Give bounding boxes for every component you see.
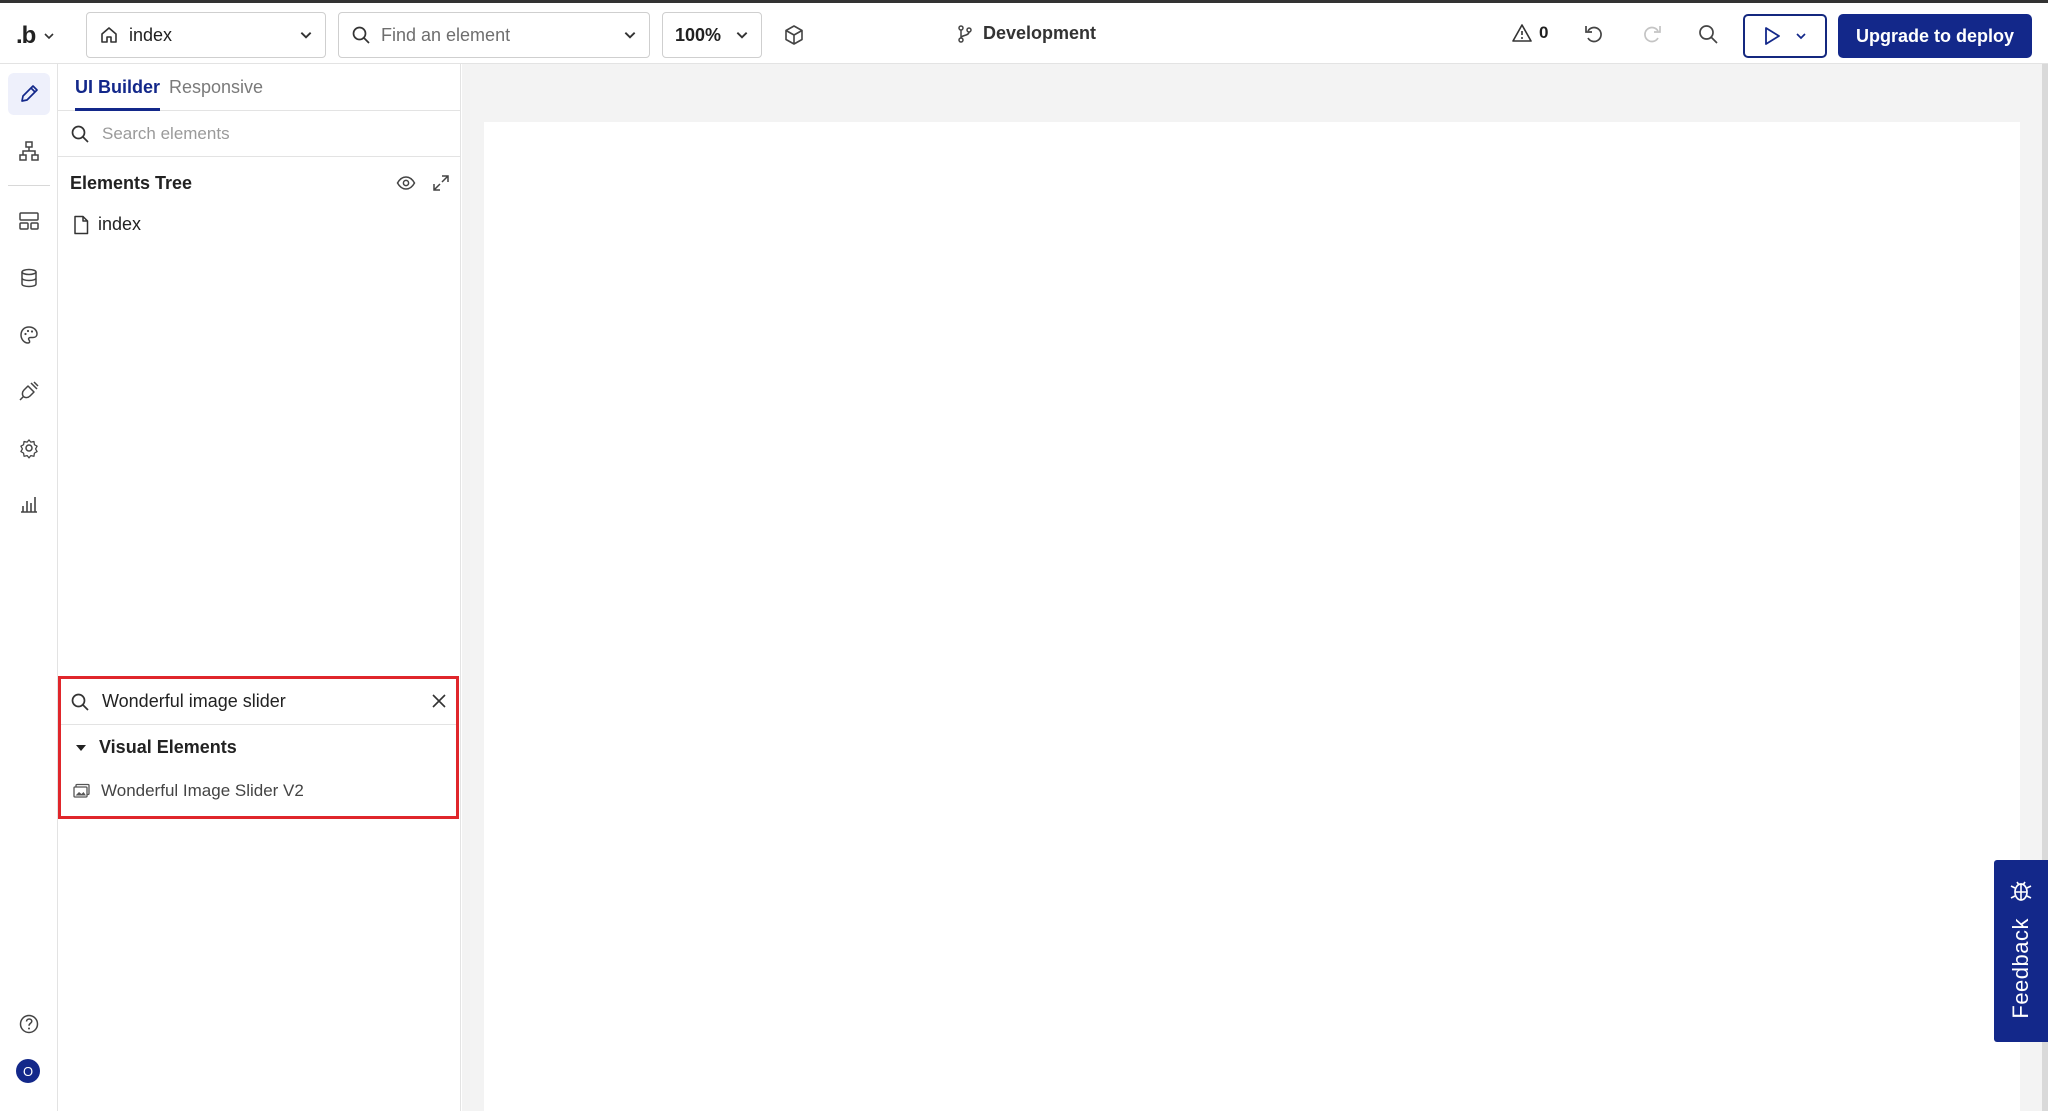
tree-node-index[interactable]: index [72, 214, 141, 235]
top-bar: .b index Find an element 100% Developmen… [0, 0, 2048, 64]
rail-separator [8, 185, 50, 186]
plugins-cube-button[interactable] [782, 23, 806, 47]
user-avatar[interactable]: O [16, 1059, 40, 1083]
search-icon [352, 26, 370, 44]
page-icon [74, 215, 89, 234]
workflow-icon [19, 141, 39, 161]
elements-tree-title: Elements Tree [70, 172, 193, 193]
expand-tree-button[interactable] [432, 174, 450, 192]
component-result-label: Wonderful Image Slider V2 [101, 781, 304, 800]
component-search-input[interactable] [102, 691, 422, 712]
caret-down-icon [76, 744, 86, 751]
elements-tree-header: Elements Tree [70, 168, 450, 198]
preview-button[interactable] [1743, 14, 1827, 58]
palette-icon [20, 326, 38, 344]
bug-icon [2010, 881, 2032, 901]
upgrade-to-deploy-button[interactable]: Upgrade to deploy [1838, 14, 2032, 58]
rail-reusable-elements[interactable] [8, 200, 50, 242]
pencil-icon [21, 85, 38, 102]
canvas-area [462, 64, 2048, 1111]
component-search-box: Visual Elements Wonderful Image Slider V… [58, 676, 459, 819]
toggle-visibility-button[interactable] [396, 173, 416, 193]
eye-icon [396, 176, 416, 190]
issues-button[interactable]: 0 [1511, 23, 1548, 43]
rail-settings[interactable] [8, 427, 50, 469]
bubble-logo: .b [16, 22, 36, 49]
branch-selector[interactable]: Development [955, 23, 1096, 44]
tab-responsive[interactable]: Responsive [169, 77, 263, 98]
help-icon [19, 1014, 39, 1034]
redo-button[interactable] [1641, 23, 1663, 45]
feedback-label: Feedback [2008, 918, 2033, 1019]
chevron-down-icon [736, 32, 748, 39]
rail-design[interactable] [8, 73, 50, 115]
app-menu[interactable]: .b [16, 21, 66, 51]
clear-search-button[interactable] [430, 692, 448, 710]
cube-icon [785, 25, 803, 45]
search-elements-row [58, 112, 461, 157]
search-icon [1699, 25, 1718, 44]
issues-count: 0 [1539, 23, 1549, 42]
chevron-down-icon [624, 32, 636, 39]
branch-name: Development [983, 23, 1097, 43]
page-select-value: index [129, 24, 173, 45]
database-icon [21, 268, 37, 288]
elements-panel: UI Builder Responsive Elements Tree inde… [58, 64, 461, 1111]
component-result-item[interactable]: Wonderful Image Slider V2 [73, 781, 304, 801]
left-rail: O [0, 64, 58, 1111]
find-element-select[interactable]: Find an element [338, 12, 650, 58]
tree-node-label: index [98, 214, 142, 234]
rail-logs[interactable] [8, 483, 50, 525]
component-search-row [61, 679, 456, 725]
zoom-value: 100% [675, 24, 722, 45]
rail-styles[interactable] [8, 314, 50, 356]
find-element-placeholder: Find an element [381, 24, 511, 45]
feedback-tab[interactable]: Feedback [1994, 860, 2048, 1042]
home-icon [101, 27, 117, 43]
search-elements-input[interactable] [102, 124, 432, 144]
group-label: Visual Elements [99, 737, 237, 757]
tab-ui-builder[interactable]: UI Builder [75, 77, 161, 111]
rail-plugins[interactable] [8, 370, 50, 412]
search-icon [71, 693, 89, 711]
zoom-select[interactable]: 100% [662, 12, 762, 58]
layout-icon [19, 212, 39, 230]
panel-tabs: UI Builder Responsive [58, 64, 461, 111]
undo-icon [1585, 26, 1602, 43]
rail-help[interactable] [8, 1003, 50, 1045]
chevron-down-icon [44, 33, 54, 40]
bar-chart-icon [21, 497, 37, 513]
git-branch-icon [958, 24, 972, 43]
chevron-down-icon [300, 32, 312, 39]
gear-icon [20, 439, 38, 459]
warning-icon [1512, 24, 1532, 42]
undo-button[interactable] [1583, 23, 1605, 45]
rail-workflow[interactable] [8, 130, 50, 172]
chevron-down-icon [1796, 33, 1806, 40]
search-button[interactable] [1697, 23, 1719, 45]
page-canvas[interactable] [484, 122, 2020, 1111]
redo-icon [1644, 26, 1661, 43]
plug-icon [19, 381, 39, 401]
play-icon [1765, 27, 1780, 45]
rail-data[interactable] [8, 257, 50, 299]
close-icon [432, 694, 446, 708]
search-icon [71, 125, 89, 143]
page-select[interactable]: index [86, 12, 326, 58]
image-slider-icon [73, 783, 90, 798]
expand-icon [433, 175, 449, 191]
visual-elements-group[interactable]: Visual Elements [75, 737, 237, 758]
